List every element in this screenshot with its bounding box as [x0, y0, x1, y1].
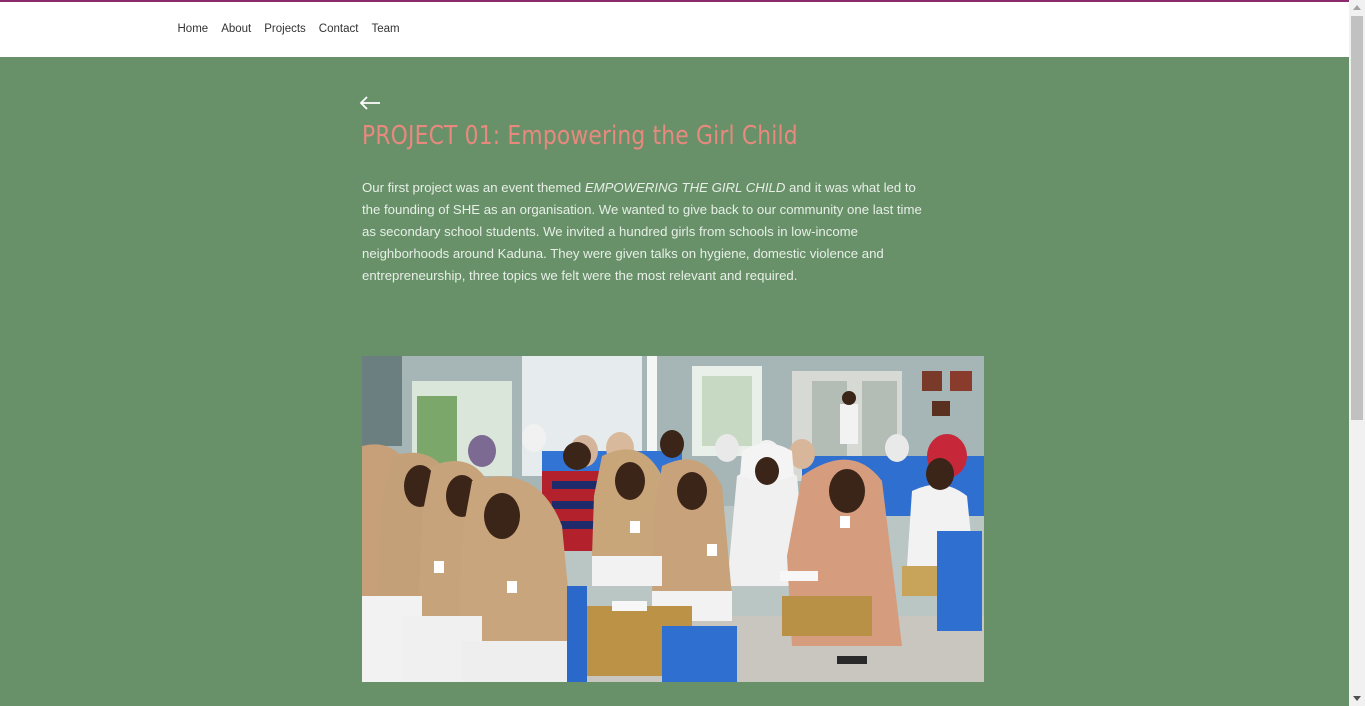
event-photo-illustration	[362, 356, 984, 682]
project-title: PROJECT 01: Empowering the Girl Child	[362, 121, 798, 151]
scroll-up-button[interactable]	[1349, 0, 1365, 16]
intro-text: Our first project was an event themed	[362, 180, 585, 195]
nav-home-link[interactable]: Home	[171, 23, 215, 35]
site-header: Home About Projects Contact Team	[0, 2, 1349, 57]
event-theme: EMPOWERING THE GIRL CHILD	[584, 180, 786, 195]
nav-about-link[interactable]: About	[215, 23, 258, 35]
back-button[interactable]	[359, 92, 383, 114]
arrow-left-icon	[359, 96, 380, 110]
vertical-scrollbar[interactable]	[1349, 0, 1365, 706]
nav-projects-link[interactable]: Projects	[258, 23, 313, 35]
project-section: PROJECT 01: Empowering the Girl Child Ou…	[0, 57, 1349, 706]
nav-contact-link[interactable]: Contact	[312, 23, 365, 35]
nav-team-link[interactable]: Team	[365, 23, 406, 35]
chevron-down-icon	[1353, 696, 1361, 701]
scroll-down-button[interactable]	[1349, 690, 1365, 706]
project-description: Our first project was an event themed EM…	[362, 177, 922, 287]
scrollbar-thumb[interactable]	[1351, 16, 1363, 420]
main-nav: Home About Projects Contact Team	[171, 23, 406, 35]
intro-text-continued: and it was what led to the founding of S…	[362, 180, 922, 283]
event-photo	[362, 356, 984, 682]
chevron-up-icon	[1353, 5, 1361, 10]
